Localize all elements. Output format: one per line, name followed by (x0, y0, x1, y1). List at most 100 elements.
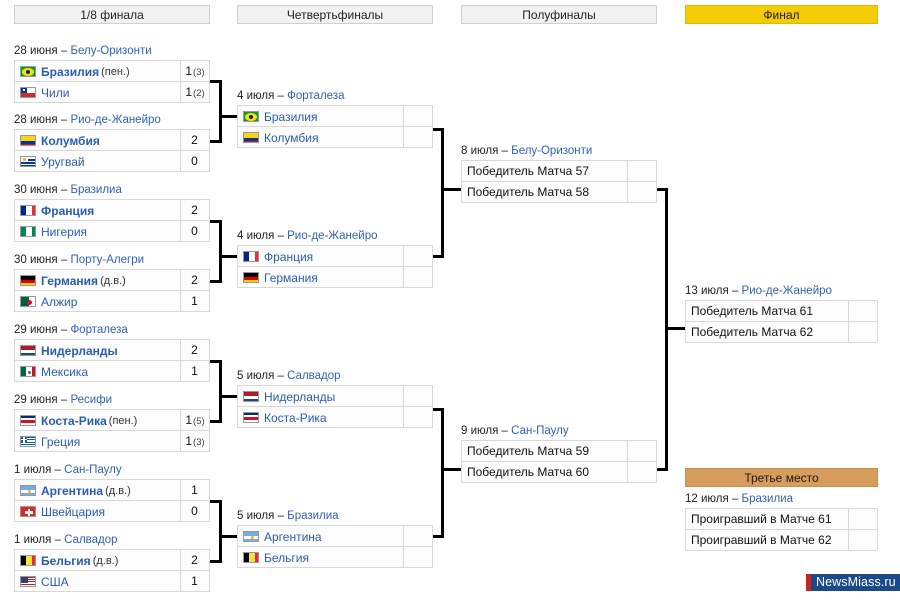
score-cell (403, 546, 433, 568)
team-name[interactable]: Франция (264, 249, 313, 263)
table-row[interactable]: Бельгия (237, 546, 433, 568)
match-block: 4 июля – Форталеза Бразилия Колумбия (237, 89, 433, 148)
table-row[interactable]: Победитель Матча 58 (461, 181, 657, 203)
team-name[interactable]: Бельгия (41, 553, 91, 567)
match-meta: 29 июня – Форталеза (14, 323, 210, 338)
table-row[interactable]: Франция 2 (14, 199, 210, 221)
table-row[interactable]: Мексика 1 (14, 360, 210, 382)
team-name[interactable]: Нидерланды (264, 389, 335, 403)
team-name[interactable]: Франция (41, 203, 94, 217)
team-placeholder: Проигравший в Матче 62 (691, 533, 832, 547)
match-venue[interactable]: Форталеза (70, 324, 127, 336)
match-date: 5 июля (237, 510, 275, 522)
table-row[interactable]: Нидерланды 2 (14, 339, 210, 361)
team-cell: Проигравший в Матче 62 (685, 529, 849, 551)
team-name[interactable]: Нидерланды (41, 343, 118, 357)
team-name[interactable]: Аргентина (264, 529, 322, 543)
match-dash: – (60, 254, 68, 266)
match-block: 28 июня – Рио-де-Жанейро Колумбия 2 Уруг… (14, 113, 210, 172)
match-venue[interactable]: Белу-Оризонти (70, 45, 151, 57)
match-table: Франция 2 Нигерия 0 (14, 199, 210, 242)
team-name[interactable]: Колумбия (41, 133, 100, 147)
table-row[interactable]: Коста-Рика (пен.) 1(5) (14, 409, 210, 431)
team-name[interactable]: Уругвай (41, 154, 85, 168)
team-cell: США (14, 570, 181, 592)
match-venue[interactable]: Бразилиа (70, 184, 121, 196)
team-name[interactable]: Бразилия (264, 109, 318, 123)
match-venue[interactable]: Рио-де-Жанейро (287, 230, 377, 242)
team-name[interactable]: Бразилия (41, 64, 99, 78)
match-venue[interactable]: Бразилиа (287, 510, 338, 522)
match-venue[interactable]: Бразилиа (742, 493, 793, 505)
score-cell: 0 (180, 150, 210, 172)
table-row[interactable]: Колумбия (237, 126, 433, 148)
table-row[interactable]: Греция 1(3) (14, 430, 210, 452)
match-venue[interactable]: Салвадор (287, 370, 340, 382)
score-cell (627, 461, 657, 483)
team-cell: Победитель Матча 62 (685, 321, 849, 343)
match-table: Победитель Матча 57 Победитель Матча 58 (461, 160, 657, 203)
table-row[interactable]: Победитель Матча 61 (685, 300, 878, 322)
table-row[interactable]: Франция (237, 245, 433, 267)
match-venue[interactable]: Порту-Алегри (70, 254, 144, 266)
team-name[interactable]: Греция (41, 434, 80, 448)
match-dash: – (501, 425, 508, 437)
match-venue[interactable]: Рио-де-Жанейро (742, 285, 832, 297)
match-block: 5 июля – Салвадор Нидерланды Коста-Рика (237, 369, 433, 428)
table-row[interactable]: Уругвай 0 (14, 150, 210, 172)
table-row[interactable]: Швейцария 0 (14, 500, 210, 522)
flag-icon-greece (20, 435, 36, 447)
flag-icon-argentina (20, 484, 36, 496)
table-row[interactable]: Германия (д.в.) 2 (14, 269, 210, 291)
score-cell (627, 181, 657, 203)
table-row[interactable]: Победитель Матча 60 (461, 461, 657, 483)
connector-line (665, 327, 685, 330)
team-cell: Чили (14, 81, 181, 103)
team-cell: Уругвай (14, 150, 181, 172)
team-name[interactable]: Чили (41, 85, 69, 99)
table-row[interactable]: Проигравший в Матче 62 (685, 529, 878, 551)
team-name[interactable]: Коста-Рика (41, 413, 107, 427)
table-row[interactable]: Победитель Матча 59 (461, 440, 657, 462)
team-name[interactable]: Мексика (41, 364, 88, 378)
match-venue[interactable]: Сан-Паулу (64, 464, 122, 476)
team-name[interactable]: Колумбия (264, 130, 318, 144)
score-cell (848, 508, 878, 530)
match-venue[interactable]: Сан-Паулу (511, 425, 569, 437)
site-logo[interactable]: NewsMiass.ru (806, 574, 900, 591)
team-name[interactable]: Германия (264, 270, 318, 284)
table-row[interactable]: Аргентина (д.в.) 1 (14, 479, 210, 501)
team-name[interactable]: Швейцария (41, 504, 105, 518)
table-row[interactable]: Аргентина (237, 525, 433, 547)
table-row[interactable]: Проигравший в Матче 61 (685, 508, 878, 530)
table-row[interactable]: Победитель Матча 62 (685, 321, 878, 343)
team-name[interactable]: Аргентина (41, 483, 103, 497)
table-row[interactable]: Коста-Рика (237, 406, 433, 428)
team-name[interactable]: США (41, 574, 69, 588)
table-row[interactable]: Победитель Матча 57 (461, 160, 657, 182)
match-venue[interactable]: Белу-Оризонти (511, 145, 592, 157)
table-row[interactable]: Чили 1(2) (14, 81, 210, 103)
match-venue[interactable]: Рио-де-Жанейро (70, 114, 160, 126)
table-row[interactable]: Нигерия 0 (14, 220, 210, 242)
table-row[interactable]: США 1 (14, 570, 210, 592)
match-meta: 5 июля – Бразилиа (237, 509, 433, 524)
match-venue[interactable]: Ресифи (70, 394, 112, 406)
connector-line (219, 500, 222, 563)
team-cell: Победитель Матча 59 (461, 440, 628, 462)
team-name[interactable]: Нигерия (41, 224, 87, 238)
table-row[interactable]: Бельгия (д.в.) 2 (14, 549, 210, 571)
team-name[interactable]: Алжир (41, 294, 77, 308)
match-venue[interactable]: Форталеза (287, 90, 344, 102)
match-block: 8 июля – Белу-Оризонти Победитель Матча … (461, 144, 657, 203)
team-name[interactable]: Коста-Рика (264, 410, 327, 424)
match-venue[interactable]: Салвадор (64, 534, 117, 546)
table-row[interactable]: Колумбия 2 (14, 129, 210, 151)
team-name[interactable]: Бельгия (264, 550, 309, 564)
table-row[interactable]: Германия (237, 266, 433, 288)
table-row[interactable]: Алжир 1 (14, 290, 210, 312)
table-row[interactable]: Бразилия (пен.) 1(3) (14, 60, 210, 82)
table-row[interactable]: Бразилия (237, 105, 433, 127)
team-name[interactable]: Германия (41, 273, 98, 287)
table-row[interactable]: Нидерланды (237, 385, 433, 407)
